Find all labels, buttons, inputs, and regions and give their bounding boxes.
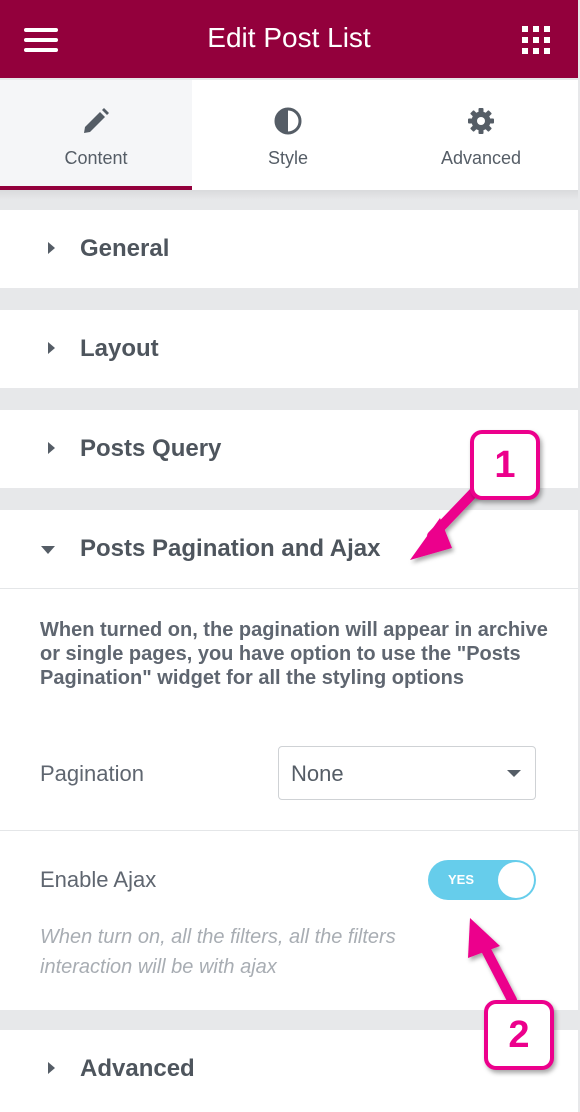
section-layout-header[interactable]: Layout bbox=[0, 310, 578, 388]
caret-right-icon bbox=[48, 342, 55, 354]
tab-content[interactable]: Content bbox=[0, 80, 192, 190]
section-posts-query-title: Posts Query bbox=[80, 435, 222, 462]
editor-header: Edit Post List bbox=[0, 0, 578, 78]
section-layout-title: Layout bbox=[80, 335, 159, 362]
tab-advanced-label: Advanced bbox=[440, 148, 522, 168]
contrast-circle-icon bbox=[274, 107, 302, 135]
ajax-note: When turn on, all the filters, all the f… bbox=[40, 926, 396, 978]
pagination-label: Pagination bbox=[40, 761, 144, 786]
section-general-title: General bbox=[80, 235, 170, 262]
caret-down-icon bbox=[41, 546, 55, 554]
enable-ajax-toggle[interactable]: YES bbox=[428, 860, 536, 900]
section-layout: Layout bbox=[0, 310, 578, 388]
chevron-down-icon bbox=[507, 770, 521, 777]
tabs-shadow bbox=[0, 190, 578, 200]
annotation-badge-1: 1 bbox=[470, 430, 540, 500]
toggle-knob bbox=[498, 862, 534, 898]
tab-content-label: Content bbox=[64, 148, 128, 168]
enable-ajax-label: Enable Ajax bbox=[40, 867, 157, 892]
tab-advanced[interactable]: Advanced bbox=[384, 80, 578, 190]
section-general-header[interactable]: General bbox=[0, 210, 578, 288]
section-pagination-ajax-header[interactable]: Posts Pagination and Ajax bbox=[0, 510, 578, 589]
caret-right-icon bbox=[48, 442, 55, 454]
tab-bar: Content Style Advanced bbox=[0, 80, 578, 190]
toggle-yes-label: YES bbox=[448, 872, 475, 887]
section-general: General bbox=[0, 210, 578, 288]
tab-style[interactable]: Style bbox=[192, 80, 384, 190]
caret-right-icon bbox=[48, 1062, 55, 1074]
divider bbox=[0, 830, 578, 831]
pencil-icon bbox=[84, 108, 109, 133]
pagination-description: When turned on, the pagination will appe… bbox=[40, 619, 548, 689]
pagination-select-value: None bbox=[291, 761, 344, 786]
annotation-badge-2: 2 bbox=[484, 1000, 554, 1070]
caret-right-icon bbox=[48, 242, 55, 254]
section-pagination-ajax-title: Posts Pagination and Ajax bbox=[80, 535, 381, 562]
gear-icon bbox=[468, 108, 494, 134]
panel-title: Edit Post List bbox=[207, 22, 371, 53]
tab-style-label: Style bbox=[267, 148, 309, 168]
section-advanced-title: Advanced bbox=[80, 1055, 195, 1082]
pagination-select[interactable]: None bbox=[278, 746, 536, 800]
grid-apps-icon[interactable] bbox=[522, 26, 550, 54]
